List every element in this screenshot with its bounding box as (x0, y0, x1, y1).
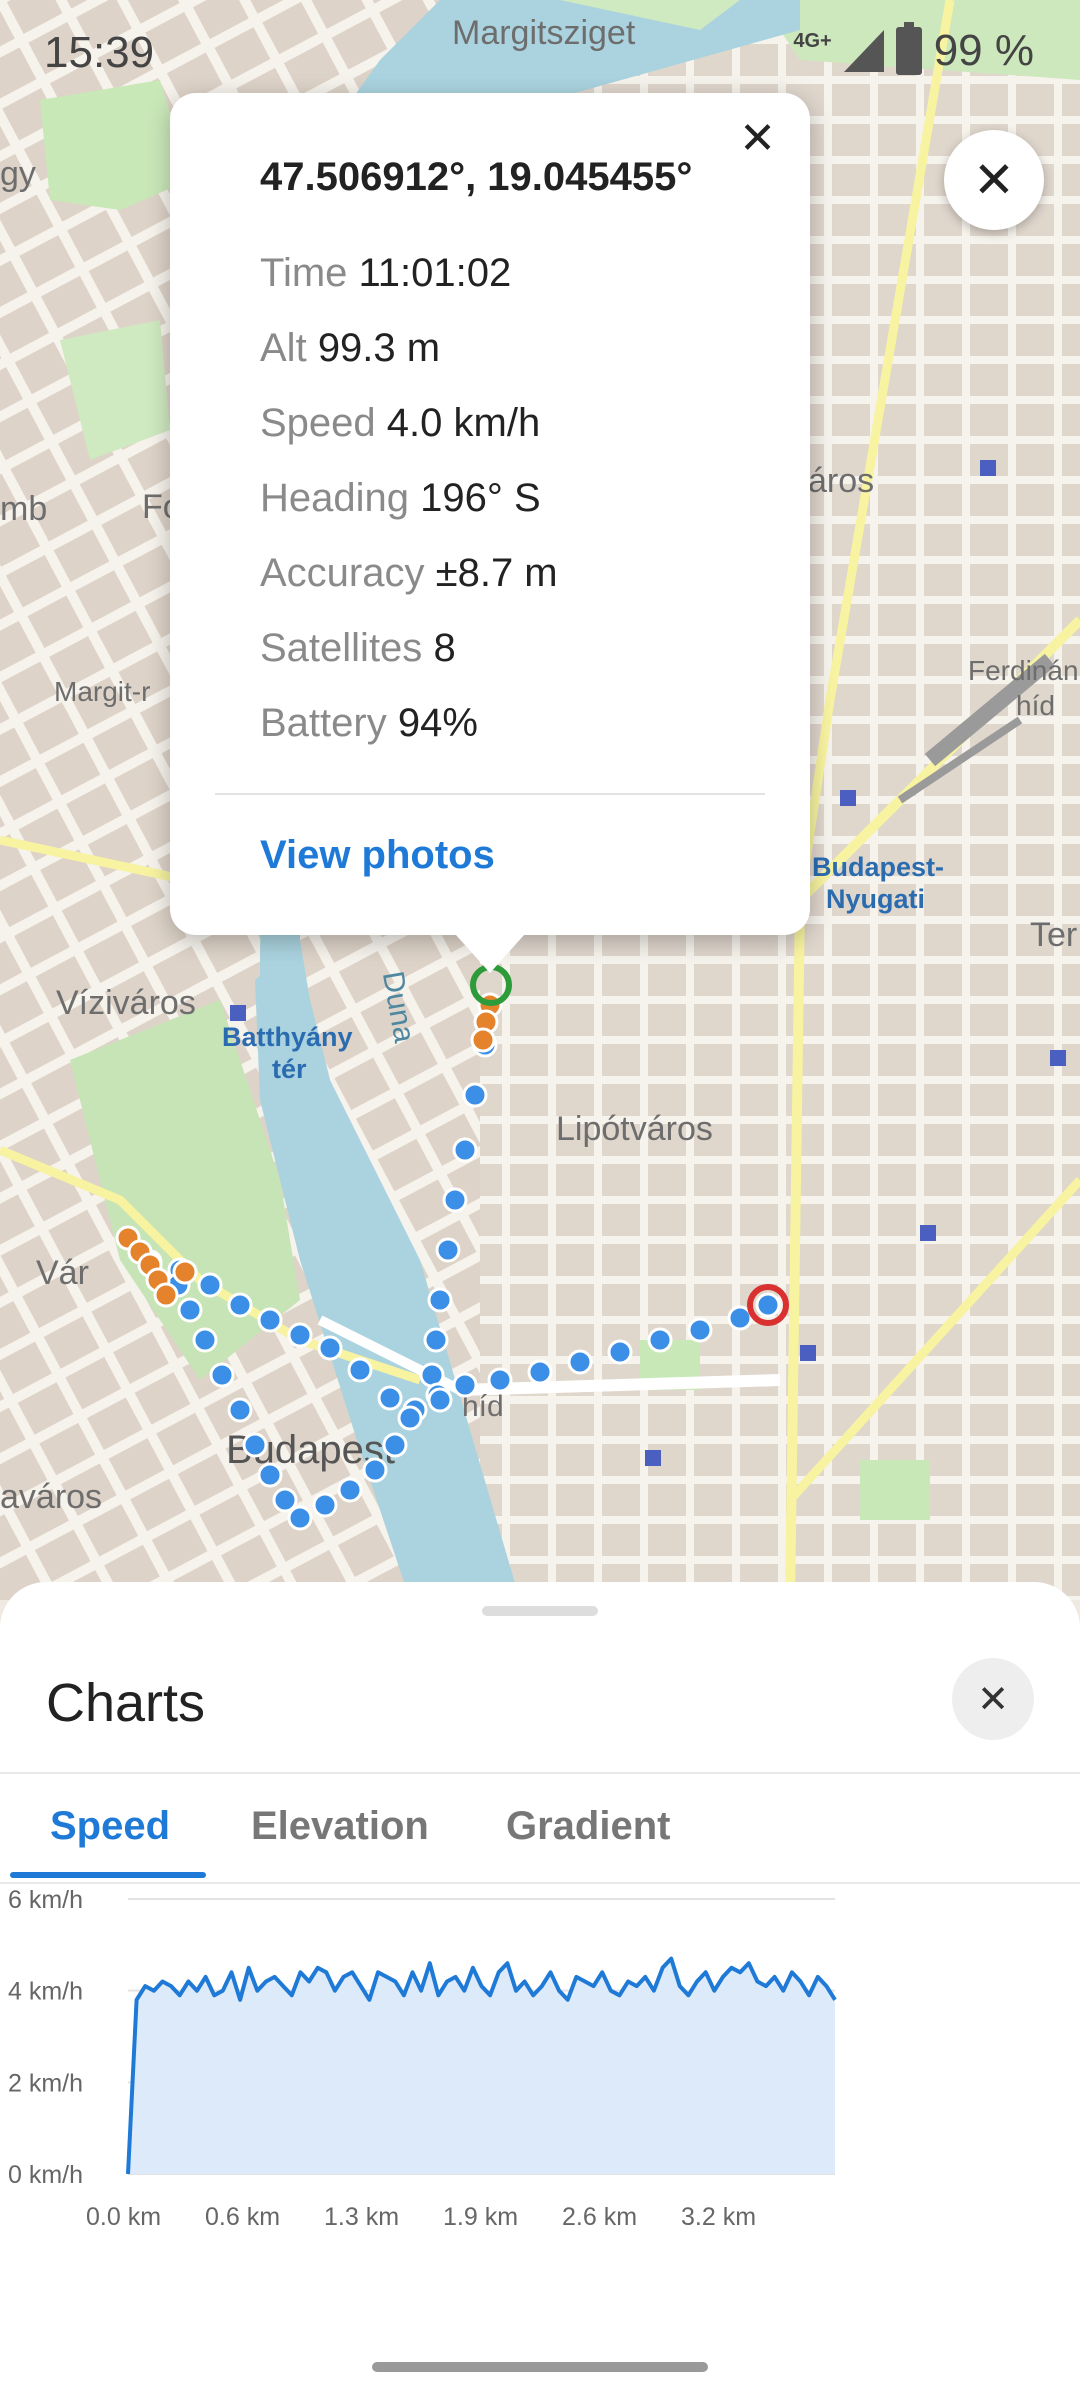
track-point[interactable] (647, 1327, 673, 1353)
track-point[interactable] (317, 1335, 343, 1361)
status-time: 15:39 (44, 28, 155, 77)
track-point-slow[interactable] (153, 1282, 179, 1308)
track-point[interactable] (177, 1297, 203, 1323)
popup-row-time: Time 11:01:02 (260, 251, 512, 295)
x-tick-label: 1.9 km (443, 2203, 518, 2231)
track-point[interactable] (209, 1362, 235, 1388)
track-point[interactable] (452, 1137, 478, 1163)
sheet-title: Charts (46, 1673, 206, 1733)
tab-elevation[interactable]: Elevation (251, 1804, 429, 1849)
track-point[interactable] (423, 1327, 449, 1353)
track-point[interactable] (687, 1317, 713, 1343)
track-point-slow[interactable] (172, 1259, 198, 1285)
x-tick-label: 0.6 km (205, 2203, 280, 2231)
popup-row-satellites: Satellites 8 (260, 626, 456, 670)
popup-row-speed: Speed 4.0 km/h (260, 401, 541, 445)
track-point[interactable] (607, 1339, 633, 1365)
track-point-slow[interactable] (470, 1027, 496, 1053)
track-point[interactable] (257, 1307, 283, 1333)
sheet-drag-handle[interactable] (482, 1606, 598, 1616)
x-tick-label: 3.2 km (681, 2203, 756, 2231)
battery-percent: 99 % (933, 26, 1034, 75)
track-point[interactable] (227, 1292, 253, 1318)
network-type: 4G+ (793, 29, 832, 52)
track-point[interactable] (462, 1082, 488, 1108)
tab-gradient[interactable]: Gradient (506, 1804, 670, 1849)
popup-row-alt: Alt 99.3 m (260, 326, 441, 370)
popup-row-battery: Battery 94% (260, 701, 478, 745)
popup-close-icon[interactable]: ✕ (739, 117, 776, 161)
battery-icon (895, 22, 922, 75)
track-point[interactable] (452, 1372, 478, 1398)
y-tick-label: 4 km/h (8, 1978, 83, 2006)
track-point[interactable] (382, 1432, 408, 1458)
close-icon: ✕ (973, 152, 1015, 208)
y-tick-label: 6 km/h (8, 1887, 83, 1914)
map-close-button[interactable]: ✕ (944, 130, 1044, 230)
track-point[interactable] (567, 1349, 593, 1375)
signal-icon (843, 30, 884, 72)
popup-divider (215, 793, 765, 795)
track-point[interactable] (347, 1357, 373, 1383)
track-point[interactable] (427, 1287, 453, 1313)
track-point[interactable] (272, 1487, 298, 1513)
track-point[interactable] (377, 1385, 403, 1411)
track-point[interactable] (362, 1457, 388, 1483)
track-point[interactable] (337, 1477, 363, 1503)
x-tick-label: 2.6 km (562, 2203, 637, 2231)
x-tick-label: 0.0 km (86, 2203, 161, 2231)
popup-row-heading: Heading 196° S (260, 476, 541, 520)
map-view[interactable]: Margitsziget gy Fo mb Margit-r áros Ferd… (0, 0, 1080, 1600)
y-tick-label: 2 km/h (8, 2069, 83, 2097)
tab-speed[interactable]: Speed (50, 1804, 170, 1849)
track-point[interactable] (257, 1462, 283, 1488)
track-point[interactable] (197, 1272, 223, 1298)
point-info-popup: ✕ 47.506912°, 19.045455° Time 11:01:02 A… (170, 93, 810, 973)
divider (0, 1772, 1080, 1774)
popup-row-accuracy: Accuracy ±8.7 m (260, 551, 558, 595)
tab-indicator (10, 1872, 206, 1878)
view-photos-link[interactable]: View photos (260, 833, 495, 878)
track-point[interactable] (397, 1405, 423, 1431)
charts-bottom-sheet: Charts ✕ Speed Elevation Gradient 0 km/h… (0, 1582, 1080, 2400)
track-point[interactable] (312, 1492, 338, 1518)
y-tick-label: 0 km/h (8, 2161, 83, 2189)
track-point[interactable] (287, 1505, 313, 1531)
speed-chart[interactable]: 0 km/h 2 km/h 4 km/h 6 km/h 0.0 km 0.6 km 1.3 … (0, 1887, 1080, 2367)
track-point[interactable] (227, 1397, 253, 1423)
status-icons: 4G+ 99 % (793, 22, 1034, 76)
close-icon: ✕ (977, 1678, 1009, 1721)
track-point[interactable] (242, 1432, 268, 1458)
track-point[interactable] (287, 1322, 313, 1348)
track-point[interactable] (755, 1292, 781, 1318)
sheet-close-button[interactable]: ✕ (952, 1658, 1034, 1740)
popup-coordinates: 47.506912°, 19.045455° (260, 155, 693, 199)
track-point[interactable] (427, 1387, 453, 1413)
track-point[interactable] (487, 1367, 513, 1393)
divider (0, 1882, 1080, 1884)
track-point[interactable] (192, 1327, 218, 1353)
track-point[interactable] (442, 1187, 468, 1213)
x-tick-label: 1.3 km (324, 2203, 399, 2231)
gesture-nav-bar[interactable] (372, 2362, 708, 2372)
track-point[interactable] (435, 1237, 461, 1263)
track-point[interactable] (527, 1359, 553, 1385)
speed-area (128, 1958, 835, 2174)
